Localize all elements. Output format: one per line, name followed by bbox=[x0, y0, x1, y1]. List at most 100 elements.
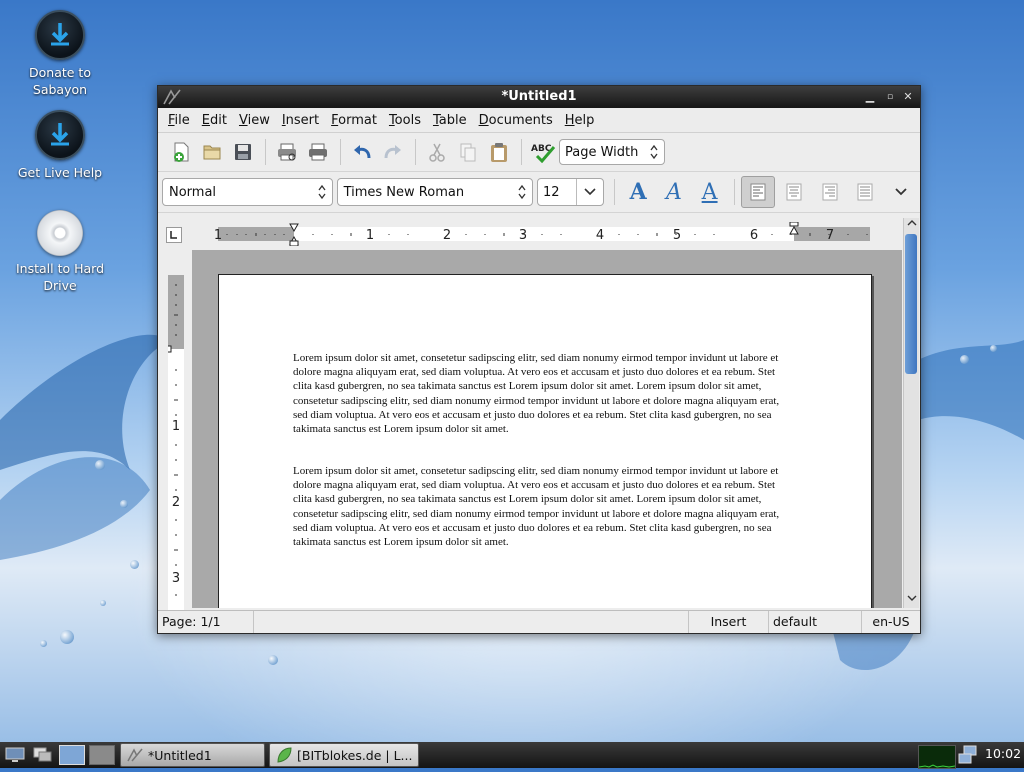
horizontal-ruler[interactable]: 1 1 2 3 4 5 6 7 bbox=[194, 222, 894, 246]
desktop-icon-donate[interactable]: Donate to Sabayon bbox=[5, 10, 115, 98]
workspace-1-preview bbox=[59, 745, 85, 765]
status-style: default bbox=[769, 611, 862, 633]
printer-icon bbox=[309, 143, 327, 161]
font-size-select[interactable]: 12 bbox=[536, 178, 605, 206]
ruler-label: 2 bbox=[172, 495, 180, 510]
toolbar-separator bbox=[614, 179, 616, 205]
task-button-browser[interactable]: [BITblokes.de | L... bbox=[269, 743, 419, 767]
window-switcher-button[interactable] bbox=[30, 744, 56, 766]
network-tray-button[interactable] bbox=[958, 745, 980, 769]
clock[interactable]: 10:02 bbox=[985, 746, 1021, 761]
zoom-select[interactable]: Page Width bbox=[559, 139, 665, 165]
abiword-window: *Untitled1 ▁ ▫ ✕ File Edit View Insert F… bbox=[157, 85, 921, 634]
status-insert-mode: Insert bbox=[689, 611, 769, 633]
underline-button[interactable]: A bbox=[693, 176, 727, 208]
close-button[interactable]: ✕ bbox=[900, 89, 916, 105]
menu-file[interactable]: File bbox=[162, 113, 196, 128]
redo-icon bbox=[384, 145, 401, 159]
ruler-label: 3 bbox=[172, 571, 180, 586]
ruler-label: 2 bbox=[443, 228, 451, 243]
paste-icon bbox=[491, 143, 507, 162]
print-preview-icon bbox=[278, 143, 296, 161]
toolbar-separator bbox=[521, 139, 522, 165]
vertical-scrollbar[interactable] bbox=[903, 218, 919, 608]
cut-button[interactable] bbox=[422, 137, 452, 167]
water-drop bbox=[40, 640, 47, 647]
abiword-icon bbox=[127, 748, 143, 762]
document-page[interactable]: Lorem ipsum dolor sit amet, consetetur s… bbox=[218, 274, 872, 608]
style-select[interactable]: Normal bbox=[162, 178, 333, 206]
ruler-label: 4 bbox=[596, 228, 604, 243]
align-left-button[interactable] bbox=[741, 176, 776, 208]
document-paragraph[interactable]: Lorem ipsum dolor sit amet, consetetur s… bbox=[293, 464, 793, 549]
open-button[interactable] bbox=[197, 137, 227, 167]
menu-tools[interactable]: Tools bbox=[383, 113, 427, 128]
menu-edit[interactable]: Edit bbox=[196, 113, 233, 128]
chevron-down-icon bbox=[895, 188, 907, 196]
menu-view[interactable]: View bbox=[233, 113, 276, 128]
window-titlebar[interactable]: *Untitled1 ▁ ▫ ✕ bbox=[158, 86, 920, 108]
water-drop bbox=[960, 355, 969, 364]
maximize-button[interactable]: ▫ bbox=[882, 89, 898, 105]
top-margin-marker[interactable] bbox=[168, 345, 172, 353]
network-icon bbox=[958, 745, 977, 764]
menu-format[interactable]: Format bbox=[325, 113, 383, 128]
scroll-down-button[interactable] bbox=[904, 593, 919, 608]
desktop-icon-live-help[interactable]: Get Live Help bbox=[5, 110, 115, 181]
minimize-button[interactable]: ▁ bbox=[862, 89, 878, 105]
font-size-dropdown-button[interactable] bbox=[576, 179, 603, 205]
new-document-button[interactable] bbox=[166, 137, 196, 167]
style-value: Normal bbox=[169, 184, 217, 200]
redo-button[interactable] bbox=[378, 137, 408, 167]
menu-help[interactable]: Help bbox=[559, 113, 601, 128]
scroll-up-button[interactable] bbox=[904, 218, 919, 233]
water-drop bbox=[120, 500, 128, 508]
document-canvas[interactable]: Lorem ipsum dolor sit amet, consetetur s… bbox=[192, 250, 902, 608]
font-size-value: 12 bbox=[542, 184, 560, 200]
bold-button[interactable]: A bbox=[621, 176, 655, 208]
vertical-ruler[interactable]: 1 2 3 bbox=[168, 275, 184, 615]
format-toolbar: Normal Times New Roman 12 A A A bbox=[158, 172, 920, 213]
italic-button[interactable]: A bbox=[657, 176, 691, 208]
menu-documents[interactable]: Documents bbox=[473, 113, 559, 128]
water-drop bbox=[130, 560, 139, 569]
menu-insert[interactable]: Insert bbox=[276, 113, 325, 128]
undo-button[interactable] bbox=[347, 137, 377, 167]
desktop-icon-install[interactable]: Install to Hard Drive bbox=[5, 210, 115, 294]
print-preview-button[interactable] bbox=[272, 137, 302, 167]
task-label: [BITblokes.de | L... bbox=[297, 747, 413, 763]
font-select[interactable]: Times New Roman bbox=[336, 178, 533, 206]
ruler-label: 6 bbox=[750, 228, 758, 243]
desktop-icon-label: Install to Hard Drive bbox=[15, 261, 105, 293]
undo-icon bbox=[354, 145, 371, 159]
zoom-value: Page Width bbox=[565, 144, 639, 160]
paste-button[interactable] bbox=[484, 137, 514, 167]
copy-button[interactable] bbox=[453, 137, 483, 167]
scrollbar-thumb[interactable] bbox=[905, 234, 917, 374]
align-center-icon bbox=[786, 183, 802, 201]
toolbar-separator bbox=[734, 179, 736, 205]
spell-check-button[interactable]: ABC bbox=[528, 137, 558, 167]
show-desktop-button[interactable] bbox=[2, 744, 28, 766]
print-button[interactable] bbox=[303, 137, 333, 167]
font-value: Times New Roman bbox=[343, 184, 465, 200]
ruler-label: 1 bbox=[214, 228, 222, 243]
document-paragraph[interactable]: Lorem ipsum dolor sit amet, consetetur s… bbox=[293, 351, 793, 436]
toolbar-overflow-button[interactable] bbox=[884, 176, 918, 208]
save-button[interactable] bbox=[228, 137, 258, 167]
align-right-button[interactable] bbox=[813, 176, 847, 208]
left-tab-icon bbox=[170, 231, 177, 239]
workspace-2[interactable] bbox=[88, 744, 116, 766]
menubar: File Edit View Insert Format Tools Table… bbox=[158, 108, 920, 133]
justify-button[interactable] bbox=[849, 176, 883, 208]
tab-type-selector[interactable] bbox=[166, 227, 182, 243]
workspace-1[interactable] bbox=[58, 744, 86, 766]
toolbar-separator bbox=[265, 139, 266, 165]
underline-icon: A bbox=[701, 179, 718, 205]
menu-table[interactable]: Table bbox=[427, 113, 473, 128]
water-drop bbox=[268, 655, 278, 665]
justify-icon bbox=[857, 183, 873, 201]
align-center-button[interactable] bbox=[777, 176, 811, 208]
task-button-abiword[interactable]: *Untitled1 bbox=[120, 743, 265, 767]
bold-icon: A bbox=[629, 179, 647, 205]
